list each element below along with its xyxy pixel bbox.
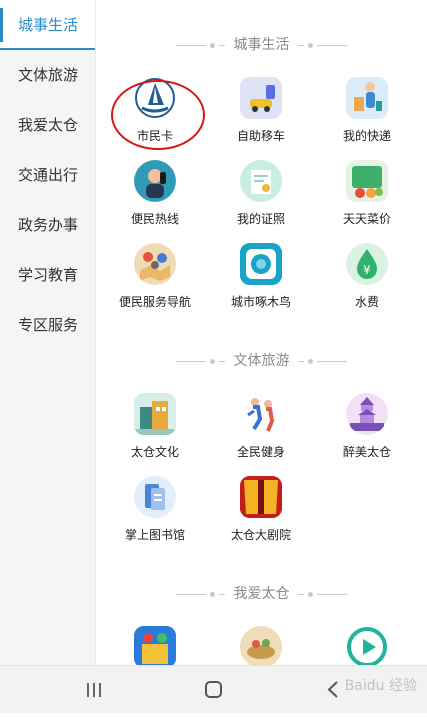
- tile-label: 自助移车: [236, 129, 285, 143]
- tile-my-delivery[interactable]: 我的快递: [312, 77, 422, 157]
- tile-city-woodpecker[interactable]: 城市啄木鸟: [206, 243, 316, 323]
- tile-pocket-library[interactable]: 掌上图书馆: [100, 476, 210, 556]
- tile-food[interactable]: [206, 626, 316, 665]
- sidebar-item-love-taicang[interactable]: 我爱太仓: [0, 100, 95, 150]
- tile-daily-veg-price[interactable]: 天天菜价: [312, 160, 422, 240]
- sidebar-item-transport[interactable]: 交通出行: [0, 150, 95, 200]
- sidebar-item-label: 文体旅游: [18, 66, 79, 84]
- section-title-culture-tourism: 文体旅游: [96, 350, 427, 370]
- highlight-ring: [111, 80, 205, 150]
- fitness-runner-icon: [240, 393, 282, 435]
- tile-play[interactable]: [312, 626, 422, 665]
- sidebar-item-label: 专区服务: [18, 316, 79, 334]
- food-icon: [240, 626, 282, 665]
- tile-label: 掌上图书馆: [124, 528, 185, 542]
- vegetable-price-icon: [346, 160, 388, 202]
- sidebar-item-label: 交通出行: [18, 166, 79, 184]
- tile-shopping[interactable]: [100, 626, 210, 665]
- delivery-icon: [346, 77, 388, 119]
- tile-label: 全民健身: [236, 445, 285, 459]
- tile-my-certificate[interactable]: 我的证照: [206, 160, 316, 240]
- category-sidebar: 城事生活 文体旅游 我爱太仓 交通出行 政务办事 学习教育 专区服务: [0, 0, 96, 665]
- culture-building-icon: [134, 393, 176, 435]
- pagoda-icon: [346, 393, 388, 435]
- tile-label: 便民热线: [130, 212, 179, 226]
- tile-label: 城市啄木鸟: [230, 295, 291, 309]
- section-title-love-taicang: 我爱太仓: [96, 583, 427, 603]
- tile-label: 太仓文化: [130, 445, 179, 459]
- car-move-icon: [240, 77, 282, 119]
- sidebar-item-culture-tourism[interactable]: 文体旅游: [0, 50, 95, 100]
- sidebar-item-label: 我爱太仓: [18, 116, 79, 134]
- sidebar-item-label: 城事生活: [18, 16, 79, 34]
- tile-hotline[interactable]: 便民热线: [100, 160, 210, 240]
- tile-service-navigation[interactable]: 便民服务导航: [100, 243, 210, 323]
- sidebar-item-label: 政务办事: [18, 216, 79, 234]
- tile-beautiful-taicang[interactable]: 醉美太仓: [312, 393, 422, 473]
- tile-label: 便民服务导航: [118, 295, 191, 309]
- library-book-icon: [134, 476, 176, 518]
- recent-apps-button[interactable]: [64, 666, 124, 713]
- water-drop-yuan-icon: ¥: [346, 243, 388, 285]
- play-circle-icon: [346, 626, 388, 665]
- tile-label: 太仓大剧院: [230, 528, 291, 542]
- sidebar-item-city-life[interactable]: 城事生活: [0, 0, 95, 50]
- certificate-icon: [240, 160, 282, 202]
- tile-taicang-culture[interactable]: 太仓文化: [100, 393, 210, 473]
- section-title-city-life: 城事生活: [96, 34, 427, 54]
- hotline-icon: [134, 160, 176, 202]
- tile-label: 水费: [354, 295, 379, 309]
- shopping-icon: [134, 626, 176, 665]
- camera-lens-icon: [240, 243, 282, 285]
- active-indicator: [0, 8, 3, 42]
- home-button[interactable]: [184, 666, 244, 713]
- tile-water-fee[interactable]: ¥ 水费: [312, 243, 422, 323]
- tile-label: 我的快递: [342, 129, 391, 143]
- tile-label: 我的证照: [236, 212, 285, 226]
- tile-label: 醉美太仓: [342, 445, 391, 459]
- sidebar-item-special-zone[interactable]: 专区服务: [0, 300, 95, 350]
- sidebar-item-education[interactable]: 学习教育: [0, 250, 95, 300]
- map-pin-icon: [134, 243, 176, 285]
- sidebar-item-label: 学习教育: [18, 266, 79, 284]
- svg-text:¥: ¥: [363, 263, 371, 277]
- theater-curtain-icon: [240, 476, 282, 518]
- tile-label: 天天菜价: [342, 212, 391, 226]
- tile-taicang-grand-theater[interactable]: 太仓大剧院: [206, 476, 316, 556]
- watermark-text: Baidu 经验: [344, 678, 417, 694]
- sidebar-item-government[interactable]: 政务办事: [0, 200, 95, 250]
- tile-national-fitness[interactable]: 全民健身: [206, 393, 316, 473]
- tile-self-move-car[interactable]: 自助移车: [206, 77, 316, 157]
